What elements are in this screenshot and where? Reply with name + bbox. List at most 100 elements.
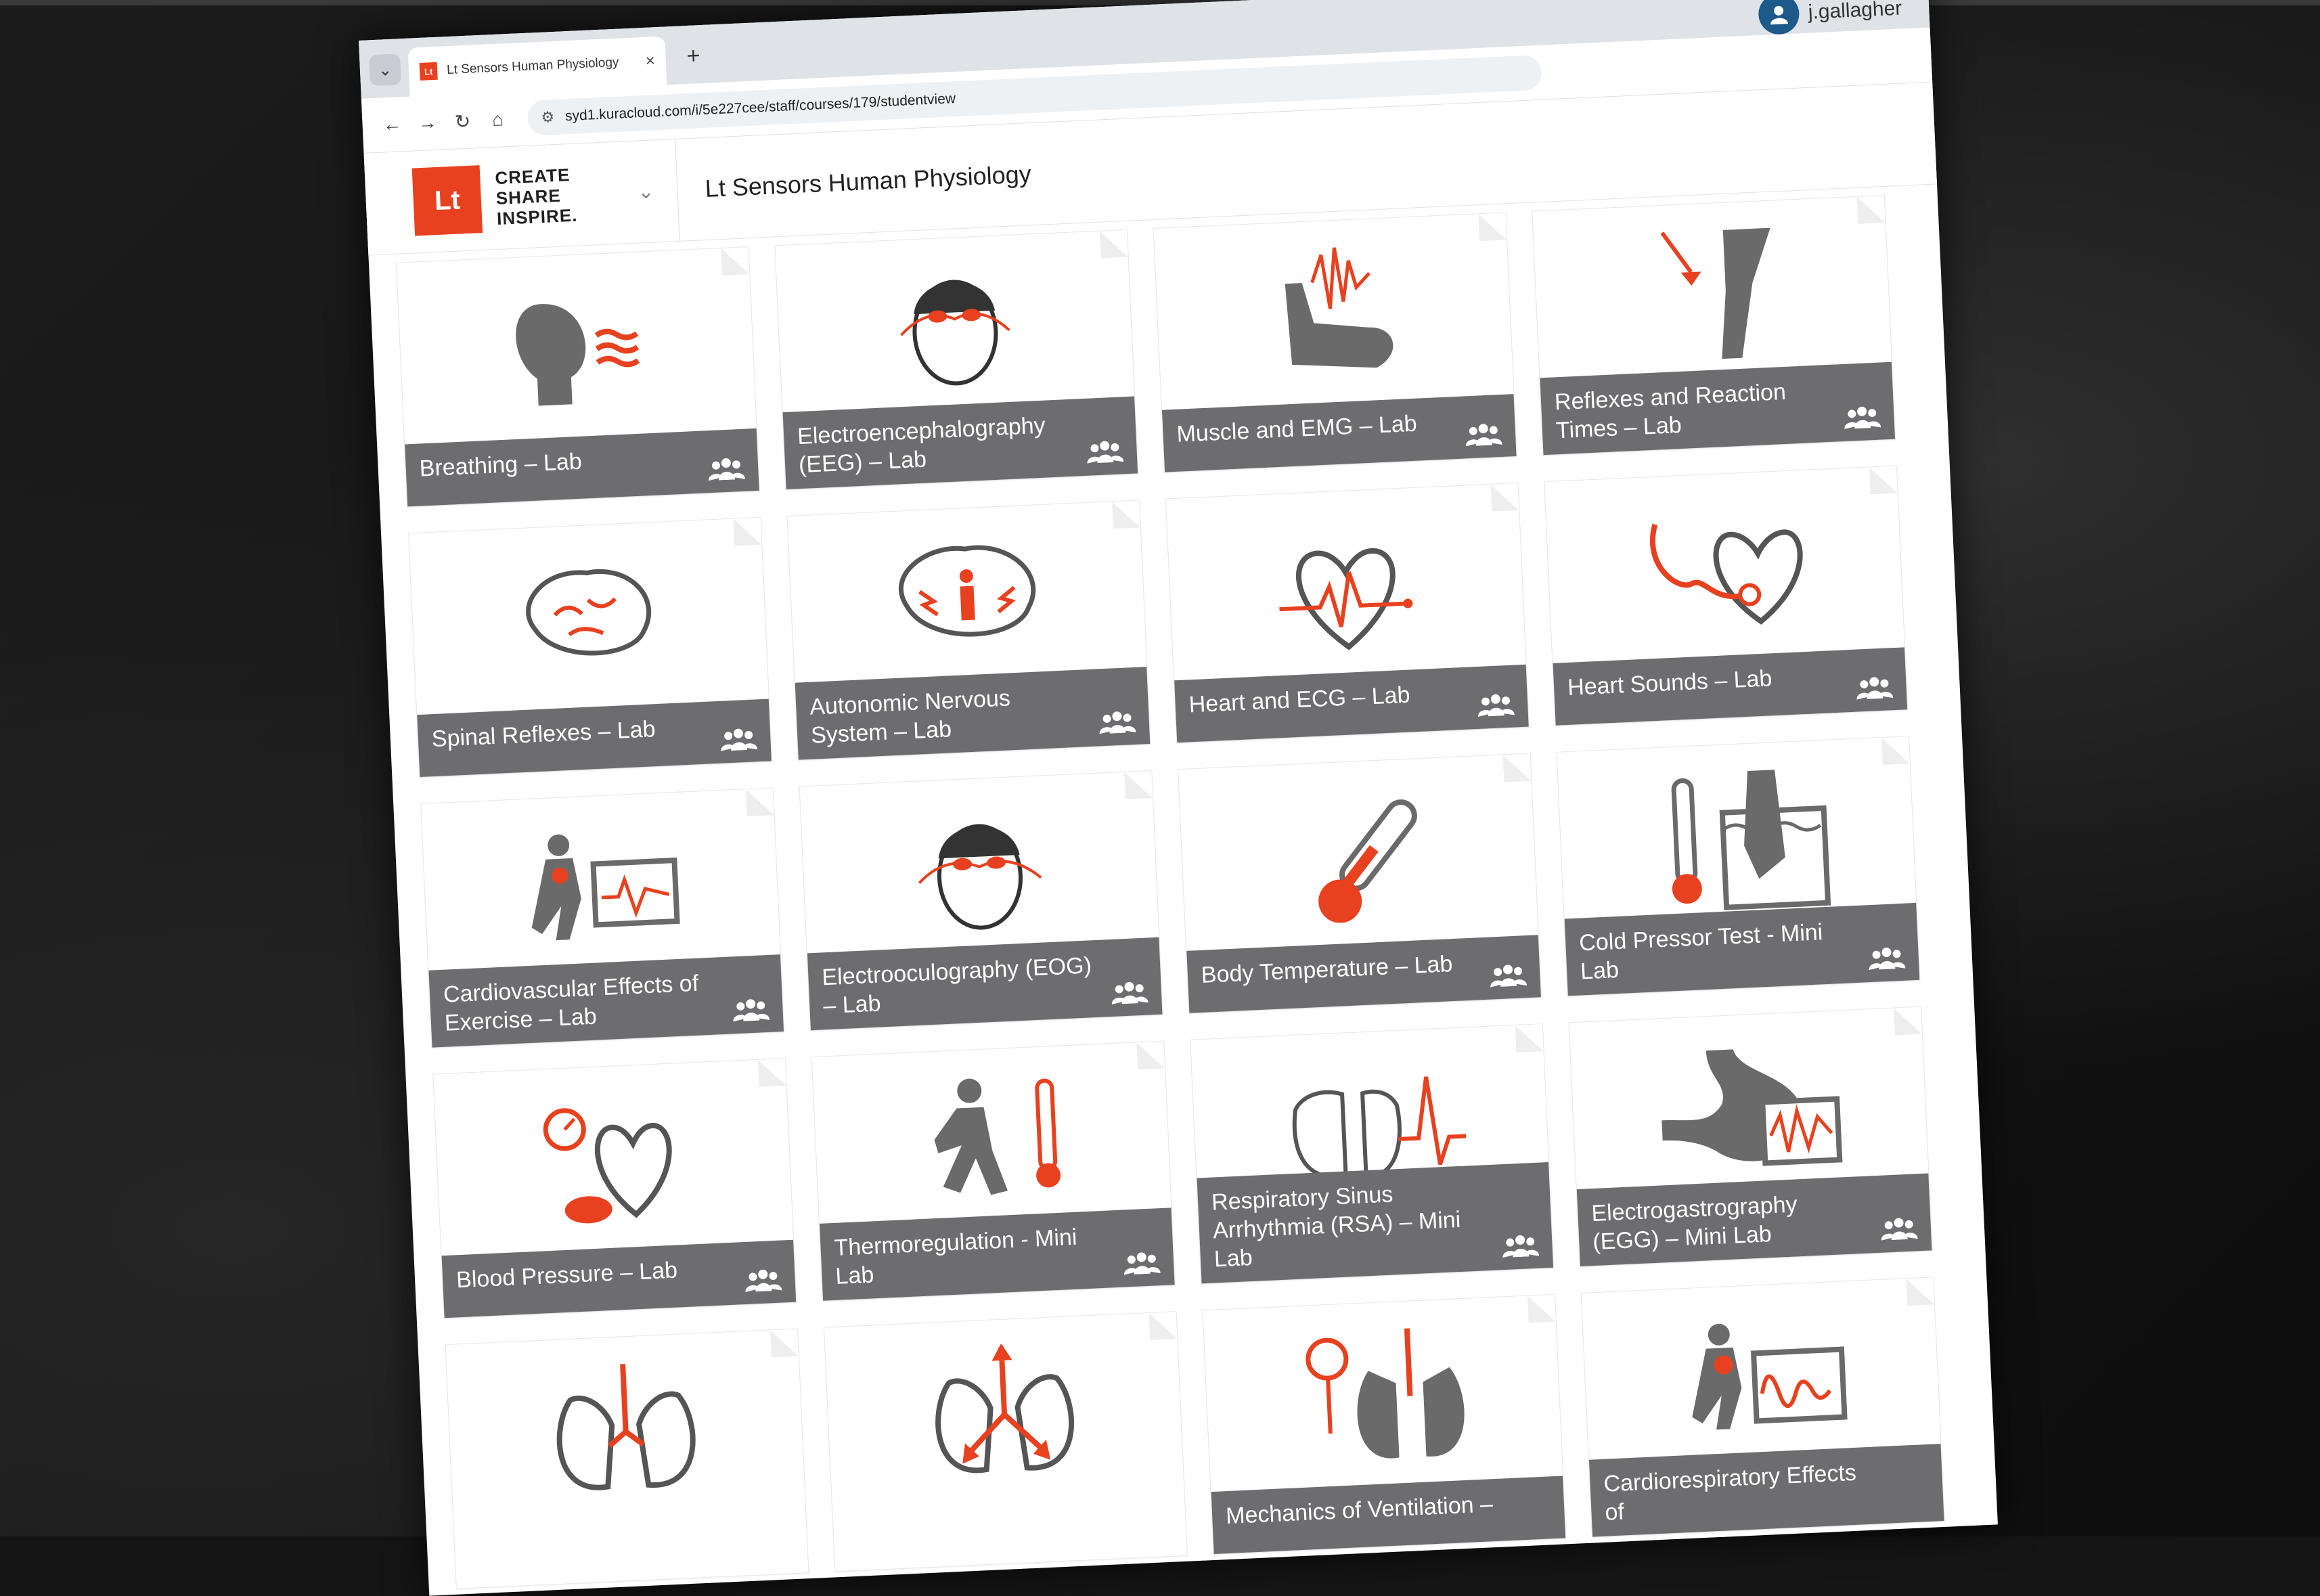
stomach-monitor-icon	[1651, 1031, 1848, 1188]
card-footer: Heart Sounds – Lab	[1553, 647, 1908, 726]
card-title: Heart Sounds – Lab	[1567, 665, 1773, 701]
card-title: Autonomic Nervous System – Lab	[809, 685, 1011, 749]
card-footer: Muscle and EMG – Lab	[1161, 394, 1517, 472]
card-title: Breathing – Lab	[418, 448, 583, 482]
card-fold-corner	[1502, 753, 1532, 782]
group-icon	[1856, 675, 1894, 700]
breathing-icon	[478, 271, 675, 428]
header-divider	[675, 139, 681, 241]
group-icon	[1490, 962, 1527, 988]
lab-card[interactable]: Electrogastrography (EGG) – Mini Lab	[1568, 1006, 1933, 1268]
lab-card[interactable]: Blood Pressure – Lab	[432, 1057, 797, 1319]
card-fold-corner	[745, 788, 774, 817]
lab-card[interactable]: Muscle and EMG – Lab	[1153, 212, 1517, 473]
card-fold-corner	[1136, 1041, 1165, 1070]
close-icon[interactable]: ×	[645, 51, 655, 71]
card-title: Cardiorespiratory Effects of	[1603, 1459, 1857, 1526]
card-fold-corner	[1148, 1312, 1178, 1340]
runner-monitor-icon	[504, 812, 700, 969]
user-menu[interactable]: j.gallagher	[1757, 0, 1903, 36]
card-footer: Mechanics of Ventilation –	[1211, 1476, 1566, 1554]
lab-card[interactable]: Cardiovascular Effects of Exercise – Lab	[420, 787, 785, 1048]
group-icon	[1098, 709, 1136, 734]
card-footer: Body Temperature – Lab	[1186, 935, 1541, 1013]
lab-card[interactable]: Autonomic Nervous System – Lab	[786, 500, 1151, 761]
card-fold-corner	[1515, 1024, 1544, 1052]
card-footer: Electrogastrography (EGG) – Mini Lab	[1576, 1173, 1932, 1266]
thermometer-icon	[1260, 778, 1456, 935]
url-text: syd1.kuracloud.com/i/5e227cee/staff/cour…	[564, 91, 956, 125]
card-title: Reflexes and Reaction Times – Lab	[1554, 378, 1787, 444]
lungs-arrows-icon	[906, 1336, 1102, 1493]
stethoscope-heart-icon	[1627, 490, 1823, 647]
group-icon	[744, 1268, 782, 1292]
card-fold-corner	[1527, 1294, 1556, 1323]
lab-card[interactable]	[823, 1311, 1188, 1572]
lab-card[interactable]: Cardiorespiratory Effects of	[1580, 1277, 1945, 1538]
lab-card[interactable]: Breathing – Lab	[395, 246, 760, 508]
lt-logo[interactable]: Lt	[411, 165, 483, 236]
lab-card[interactable]: Respiratory Sinus Arrhythmia (RSA) – Min…	[1190, 1023, 1555, 1285]
card-title: Electrooculography (EOG) – Lab	[821, 952, 1092, 1019]
muscle-emg-icon	[1236, 237, 1432, 394]
group-icon	[1868, 946, 1906, 971]
group-icon	[732, 997, 770, 1022]
card-fold-corner	[1490, 483, 1519, 512]
card-title: Spinal Reflexes – Lab	[431, 716, 656, 753]
heart-ecg-icon	[1248, 507, 1444, 664]
lab-card[interactable]: Spinal Reflexes – Lab	[408, 516, 772, 778]
lab-card[interactable]: Thermoregulation - Mini Lab	[811, 1040, 1176, 1302]
card-footer: Respiratory Sinus Arrhythmia (RSA) – Min…	[1197, 1161, 1554, 1284]
home-icon[interactable]: ⌂	[480, 108, 516, 131]
card-fold-corner	[1124, 770, 1153, 799]
card-footer: Cardiovascular Effects of Exercise – Lab	[428, 954, 784, 1048]
card-fold-corner	[1894, 1006, 1922, 1036]
lab-card[interactable]: Body Temperature – Lab	[1178, 753, 1542, 1014]
card-title: Cold Pressor Test - Mini Lab	[1578, 919, 1824, 985]
lab-card[interactable]: Cold Pressor Test - Mini Lab	[1556, 736, 1921, 997]
back-icon[interactable]: ←	[374, 113, 410, 136]
card-title: Cardiovascular Effects of Exercise – Lab	[443, 970, 699, 1036]
lungs-gauge-icon	[1285, 1318, 1481, 1476]
card-fold-corner	[1869, 466, 1898, 495]
group-icon	[1880, 1216, 1918, 1241]
tab-title: Lt Sensors Human Physiology	[446, 55, 619, 78]
card-footer: Heart and ECG – Lab	[1174, 664, 1529, 743]
card-fold-corner	[733, 517, 762, 546]
group-icon	[1465, 422, 1502, 447]
chevron-down-icon[interactable]: ⌄	[637, 179, 655, 204]
username: j.gallagher	[1808, 0, 1902, 24]
card-title: Electrogastrography (EGG) – Mini Lab	[1590, 1191, 1798, 1256]
lab-card[interactable]: Heart Sounds – Lab	[1544, 465, 1909, 726]
tab-search-button[interactable]: ⌄	[368, 53, 402, 87]
reload-icon[interactable]: ↻	[445, 109, 481, 133]
card-footer: Breathing – Lab	[405, 428, 759, 507]
hand-in-water-icon	[1639, 761, 1835, 918]
lab-card[interactable]: Reflexes and Reaction Times – Lab	[1532, 194, 1896, 456]
card-fold-corner	[757, 1058, 786, 1087]
card-footer: Electroencephalography (EEG) – Lab	[782, 396, 1138, 490]
runner-lungs-monitor-icon	[1664, 1302, 1860, 1459]
new-tab-button[interactable]: +	[677, 40, 710, 72]
lab-card[interactable]: Electrooculography (EOG) – Lab	[799, 770, 1163, 1032]
card-footer: Cold Pressor Test - Mini Lab	[1564, 902, 1920, 996]
card-title: Respiratory Sinus Arrhythmia (RSA) – Min…	[1211, 1181, 1462, 1272]
card-footer: Cardiorespiratory Effects of	[1588, 1444, 1944, 1537]
group-icon	[1123, 1250, 1161, 1275]
card-footer: Spinal Reflexes – Lab	[417, 699, 772, 778]
blood-pressure-icon	[516, 1082, 712, 1239]
lab-card[interactable]: Heart and ECG – Lab	[1165, 482, 1530, 744]
group-icon	[1844, 405, 1881, 430]
lab-card[interactable]	[445, 1328, 809, 1589]
card-footer: Autonomic Nervous System – Lab	[795, 667, 1151, 760]
group-icon	[707, 456, 745, 481]
knee-reflex-icon	[1614, 219, 1810, 376]
card-fold-corner	[770, 1329, 799, 1358]
forward-icon[interactable]: →	[409, 111, 445, 134]
site-settings-icon[interactable]: ⚙	[541, 108, 555, 127]
lab-card[interactable]: Electroencephalography (EEG) – Lab	[774, 229, 1139, 491]
brain-icon	[491, 541, 687, 699]
card-title: Blood Pressure – Lab	[455, 1257, 678, 1293]
lab-card[interactable]: Mechanics of Ventilation –	[1202, 1293, 1567, 1555]
card-footer: Electrooculography (EOG) – Lab	[807, 937, 1163, 1031]
